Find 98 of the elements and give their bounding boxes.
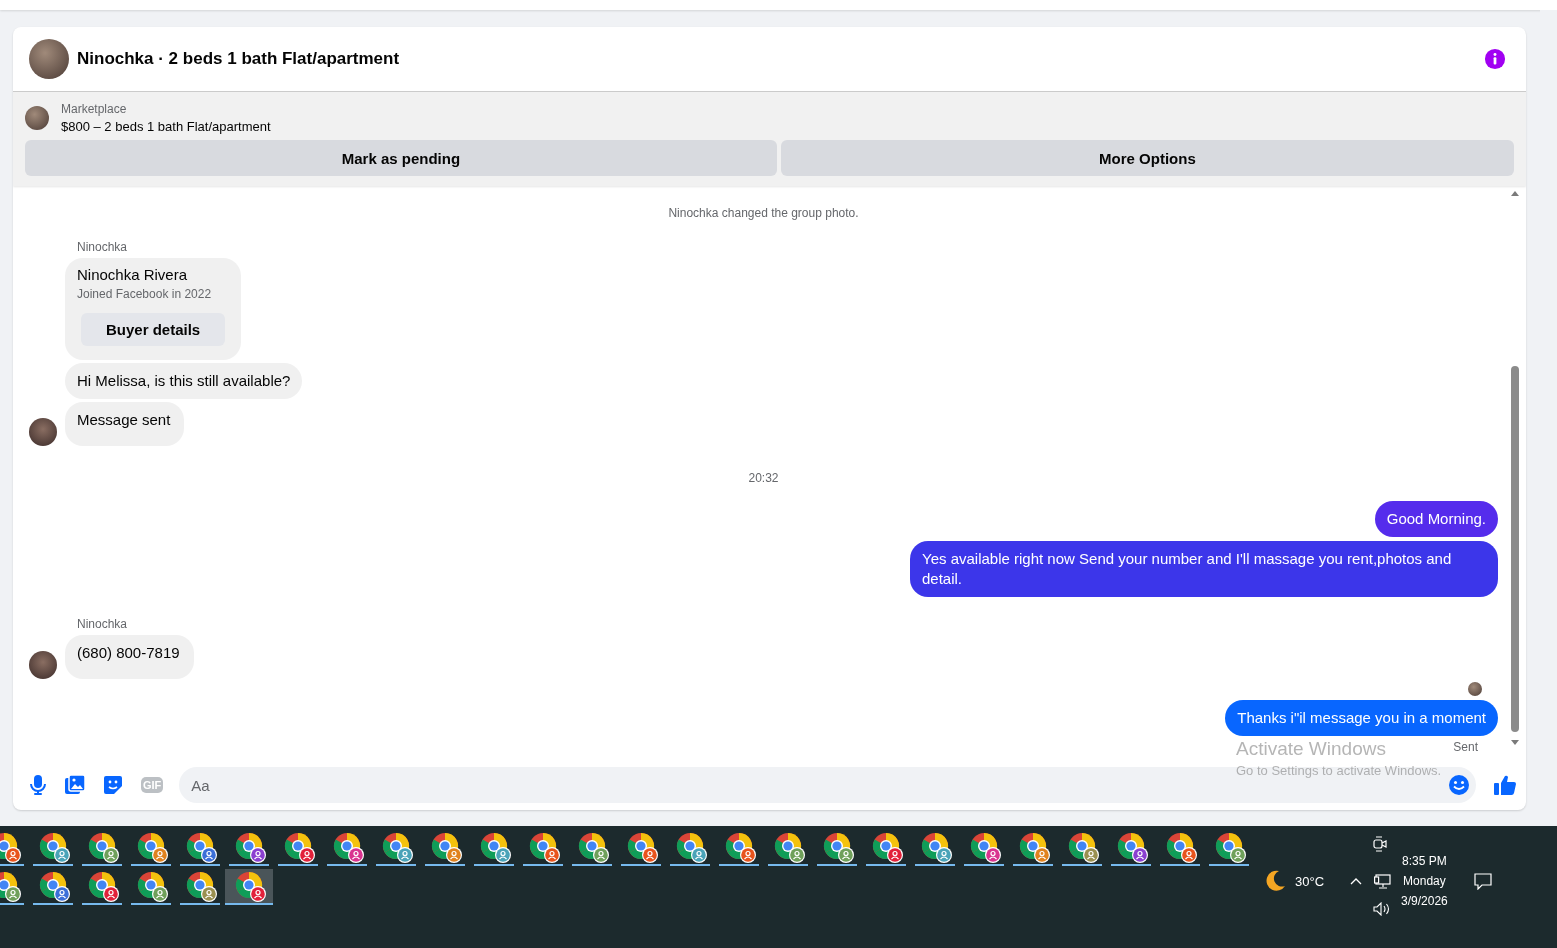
outgoing-message: Thanks i"il message you in a moment [1225,700,1498,736]
browser-profile-icon [676,832,708,864]
browser-profile-icon [1019,832,1051,864]
listing-source: Marketplace [61,102,128,116]
browser-profile-icon [823,832,855,864]
browser-profile-icon [627,832,659,864]
browser-profile-icon [137,832,169,864]
browser-profile-icon [1166,832,1198,864]
taskbar-button[interactable] [768,830,808,866]
system-message: Ninochka changed the group photo. [667,206,860,220]
taskbar-button[interactable] [131,869,171,905]
photo-icon[interactable] [65,775,85,795]
browser-profile-icon [137,871,169,903]
browser-profile-icon [1068,832,1100,864]
taskbar-button[interactable] [225,869,273,905]
taskbar-button[interactable] [33,869,73,905]
sticker-icon[interactable] [103,775,123,795]
browser-profile-icon [284,832,316,864]
read-receipt-avatar [1468,682,1482,696]
microphone-icon[interactable] [29,775,47,795]
browser-profile-icon [333,832,365,864]
taskbar-button[interactable] [33,830,73,866]
taskbar-button[interactable] [523,830,563,866]
browser-profile-icon [235,871,267,903]
browser-profile-icon [431,832,463,864]
browser-profile-icon [186,832,218,864]
taskbar-button[interactable] [817,830,857,866]
taskbar-button[interactable] [621,830,661,866]
taskbar-button[interactable] [474,830,514,866]
taskbar-button[interactable] [866,830,906,866]
browser-profile-icon [578,832,610,864]
browser-profile-icon [480,832,512,864]
outgoing-message: Yes available right now Send your number and I'll massage you rent,photos and detail. [910,541,1498,597]
browser-profile-icon [774,832,806,864]
incoming-message: (680) 800-7819 [65,635,194,679]
photo-placeholder [25,106,49,130]
clock[interactable]: 8:35 PM Monday 3/9/2026 [1401,854,1448,908]
taskbar-button[interactable] [82,869,122,905]
taskbar-button[interactable] [82,830,122,866]
taskbar-button[interactable] [376,830,416,866]
taskbar-button[interactable] [278,830,318,866]
chevron-up-icon[interactable] [1350,877,1363,885]
speaker-icon[interactable] [1373,902,1391,916]
browser-profile-icon [186,871,218,903]
browser-profile-icon [529,832,561,864]
browser-profile-icon [88,832,120,864]
conversation-title: Ninochka · 2 beds 1 bath Flat/apartment [77,49,401,69]
taskbar-button[interactable] [425,830,465,866]
photo-placeholder [29,39,69,79]
activation-notice-title: Activate Windows [1236,738,1387,760]
browser-profile-icon [1117,832,1149,864]
sender-name: Ninochka [77,617,129,631]
browser-profile-icon [970,832,1002,864]
taskbar-button[interactable] [180,869,220,905]
network-icon[interactable] [1374,873,1392,889]
taskbar-button[interactable] [1111,830,1151,866]
timestamp: 20:32 [747,471,780,485]
taskbar-button[interactable] [915,830,955,866]
scroll-down-arrow-icon[interactable] [1510,740,1520,746]
buyer-details-button[interactable]: Buyer details [81,313,226,346]
browser-profile-icon [725,832,757,864]
taskbar-button[interactable] [1160,830,1200,866]
listing-summary: $800 – 2 beds 1 bath Flat/apartment [61,119,271,134]
camera-icon[interactable] [1373,836,1387,852]
info-icon[interactable] [1484,48,1506,70]
taskbar-button[interactable] [131,830,171,866]
thumbs-up-icon[interactable] [1494,774,1516,796]
browser-profile-icon [921,832,953,864]
browser-profile-icon [1215,832,1247,864]
taskbar-button[interactable] [964,830,1004,866]
outgoing-message: Good Morning. [1374,501,1498,537]
scroll-up-arrow-icon[interactable] [1510,190,1520,196]
browser-profile-icon [382,832,414,864]
taskbar-button[interactable] [1062,830,1102,866]
incoming-message: Hi Melissa, is this still available? [65,363,303,399]
profile-detail: Joined Facebook in 2022 [77,287,212,301]
taskbar-button[interactable] [229,830,269,866]
browser-profile-icon [39,871,71,903]
emoji-icon[interactable] [1448,774,1470,796]
incoming-message: Message sent [65,402,185,446]
listing-action-button[interactable]: Mark as pending [25,140,777,176]
profile-name: Ninochka Rivera [77,266,188,283]
delivery-status: Sent [1453,740,1478,754]
weather-temperature[interactable]: 30°C [1295,873,1325,889]
taskbar-button[interactable] [1013,830,1053,866]
browser-profile-icon [88,871,120,903]
taskbar-button[interactable] [572,830,612,866]
listing-action-button[interactable]: More Options [780,140,1514,176]
browser-profile-icon [872,832,904,864]
notification-icon[interactable] [1473,872,1492,890]
browser-profile-icon [235,832,267,864]
taskbar-button[interactable] [1209,830,1249,866]
taskbar-button[interactable] [670,830,710,866]
taskbar-button[interactable] [327,830,367,866]
taskbar-button[interactable] [180,830,220,866]
browser-profile-icon [39,832,71,864]
sender-name: Ninochka [77,240,129,254]
taskbar-button[interactable] [719,830,759,866]
